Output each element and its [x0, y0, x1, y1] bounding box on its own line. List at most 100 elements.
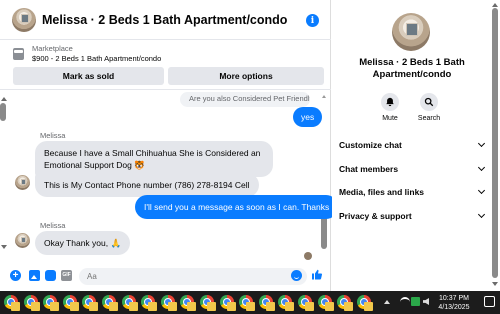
chrome-icon[interactable] — [298, 295, 314, 311]
window-stack-badge — [50, 302, 60, 311]
chrome-icon[interactable] — [160, 295, 177, 311]
plus-icon[interactable]: + — [10, 270, 21, 281]
menu-label: Media, files and links — [339, 187, 425, 197]
chrome-icon[interactable] — [102, 295, 118, 311]
window-stack-badge — [246, 302, 256, 311]
message-input[interactable] — [79, 268, 307, 285]
clock-time: 10:37 PM — [439, 295, 469, 302]
chrome-icon[interactable] — [219, 295, 236, 311]
messages-scroll-up-arrow[interactable] — [322, 95, 326, 98]
chrome-icon[interactable] — [62, 295, 79, 311]
window-stack-badge — [226, 302, 236, 311]
window-stack-badge — [344, 302, 354, 311]
chrome-icon[interactable] — [121, 295, 138, 311]
window-stack-badge — [167, 302, 177, 311]
menu-customize-chat[interactable]: Customize chat — [339, 139, 487, 150]
page-scroll-down-arrow[interactable] — [1, 245, 7, 249]
chrome-icon[interactable] — [82, 295, 99, 311]
search-icon — [424, 97, 434, 107]
window-stack-badge — [89, 302, 99, 311]
chrome-icon[interactable] — [317, 295, 334, 311]
menu-chat-members[interactable]: Chat members — [339, 163, 487, 174]
window-stack-badge — [265, 302, 275, 311]
mark-as-sold-button[interactable]: Mark as sold — [13, 67, 164, 85]
message-bubble-outgoing[interactable]: yes — [293, 107, 323, 127]
listing-photo[interactable] — [392, 13, 430, 51]
window-stack-badge — [207, 302, 216, 311]
mute-button[interactable] — [381, 93, 399, 111]
chrome-icon[interactable] — [180, 295, 197, 311]
sidebar-scroll-up-arrow[interactable] — [492, 3, 498, 7]
window-stack-badge — [69, 302, 79, 311]
chevron-down-icon — [477, 210, 486, 219]
window-stack-badge — [148, 302, 158, 311]
menu-label: Chat members — [339, 164, 399, 174]
window-stack-badge — [128, 302, 138, 311]
thumbs-up-icon[interactable] — [311, 268, 323, 281]
system-clock[interactable]: 10:37 PM 4/13/2025 — [436, 294, 472, 312]
menu-media-files-links[interactable]: Media, files and links — [339, 186, 487, 197]
chrome-icon[interactable] — [23, 295, 40, 311]
clock-date: 4/13/2025 — [438, 304, 470, 311]
avatar[interactable] — [15, 175, 30, 190]
message-bubble-incoming[interactable]: This is My Contact Phone number (786) 27… — [35, 173, 259, 197]
window-stack-badge — [324, 302, 334, 311]
seen-receipt-avatar — [304, 252, 312, 260]
info-panel-title: Melissa · 2 Beds 1 Bath Apartment/condo — [359, 57, 465, 80]
menu-privacy-support[interactable]: Privacy & support — [339, 210, 487, 221]
listing-thumbnail[interactable] — [12, 8, 36, 32]
message-bubble-incoming[interactable]: Because I have a Small Chihuahua She is … — [35, 141, 273, 177]
window-stack-badge — [11, 302, 20, 311]
chrome-icon[interactable] — [258, 295, 275, 311]
chrome-icon[interactable] — [239, 295, 256, 311]
window-stack-badge — [363, 302, 373, 311]
chevron-down-icon — [477, 139, 486, 148]
window-stack-badge — [30, 302, 40, 311]
message-bubble-incoming[interactable]: Okay Thank you, 🙏 — [35, 231, 131, 255]
wifi-icon[interactable] — [400, 297, 410, 307]
chrome-icon[interactable] — [4, 295, 20, 311]
window-stack-badge — [285, 302, 295, 311]
emoji-icon[interactable] — [291, 270, 302, 281]
marketplace-icon — [13, 48, 24, 60]
gif-icon[interactable]: GIF — [61, 270, 72, 281]
menu-label: Customize chat — [339, 140, 402, 150]
window-stack-badge — [109, 302, 118, 311]
more-options-button[interactable]: More options — [168, 67, 324, 85]
window-stack-badge — [187, 302, 197, 311]
listing-summary[interactable]: $900 - 2 Beds 1 Bath Apartment/condo — [32, 54, 161, 63]
chevron-down-icon — [477, 186, 486, 195]
page-scroll-up-arrow[interactable] — [1, 97, 7, 101]
notification-center-icon[interactable] — [484, 296, 495, 307]
sender-name: Melissa — [40, 221, 66, 230]
marketplace-label: Marketplace — [32, 44, 73, 53]
search-button[interactable] — [420, 93, 438, 111]
image-icon[interactable] — [29, 270, 40, 281]
sender-name: Melissa — [40, 131, 66, 140]
network-icon[interactable] — [411, 297, 420, 306]
sticker-icon[interactable] — [45, 270, 56, 281]
tray-overflow-caret-icon[interactable] — [384, 300, 390, 304]
chrome-icon[interactable] — [141, 295, 158, 311]
conversation-title[interactable]: Melissa · 2 Beds 1 Bath Apartment/condo — [42, 13, 287, 27]
sidebar-scrollbar-thumb[interactable] — [492, 8, 498, 278]
chrome-icon[interactable] — [337, 295, 354, 311]
chrome-icon[interactable] — [356, 295, 373, 311]
search-label: Search — [417, 115, 441, 122]
chrome-icon[interactable] — [278, 295, 295, 311]
chrome-icon[interactable] — [43, 295, 60, 311]
page-scrollbar-thumb[interactable] — [0, 103, 6, 121]
chat-header: Melissa · 2 Beds 1 Bath Apartment/condo … — [0, 0, 331, 40]
chevron-down-icon — [477, 163, 486, 172]
chrome-icon[interactable] — [200, 295, 216, 311]
info-icon[interactable]: i — [306, 14, 319, 27]
marketplace-banner: Marketplace $900 - 2 Beds 1 Bath Apartme… — [0, 40, 331, 90]
menu-label: Privacy & support — [339, 211, 412, 221]
window-stack-badge — [305, 302, 314, 311]
bell-icon — [386, 97, 394, 107]
avatar[interactable] — [15, 233, 30, 248]
message-bubble-outgoing[interactable]: I'll send you a message as soon as I can… — [135, 195, 339, 219]
sidebar-scroll-down-arrow[interactable] — [492, 282, 498, 286]
mute-label: Mute — [382, 115, 398, 122]
reply-preview[interactable]: Are you also Considered Pet Friendly ?..… — [180, 92, 310, 107]
